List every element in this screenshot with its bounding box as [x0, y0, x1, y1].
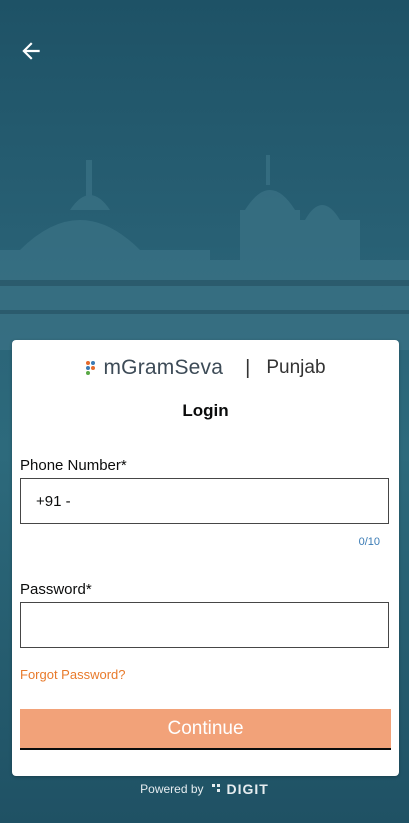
back-arrow-icon[interactable] [18, 38, 44, 64]
powered-by-label: Powered by [140, 782, 204, 796]
phone-char-counter: 0/10 [358, 536, 380, 548]
digit-dots-icon [211, 784, 220, 792]
digit-wordmark: DIGIT [226, 781, 269, 797]
phone-field[interactable]: +91 - [20, 478, 389, 525]
brand-header: mGramSeva | Punjab [12, 354, 399, 382]
brand-separator: | [245, 356, 251, 379]
app-name: mGramSeva [103, 356, 224, 379]
page-title: Login [182, 401, 229, 420]
password-field[interactable] [20, 602, 389, 649]
password-input[interactable] [33, 603, 382, 649]
state-name: Punjab [266, 357, 326, 378]
phone-input[interactable] [79, 479, 382, 525]
phone-prefix: +91 - [36, 493, 71, 510]
password-label: Password* [20, 581, 92, 598]
mgramseva-logo: mGramSeva [85, 356, 223, 380]
digit-logo: DIGIT [211, 781, 269, 797]
phone-label: Phone Number* [20, 457, 127, 474]
logo-dots-icon [86, 361, 96, 375]
golden-temple-illustration [0, 155, 409, 350]
login-card: mGramSeva | Punjab Login Phone Number* +… [12, 340, 399, 776]
continue-button[interactable]: Continue [20, 709, 391, 750]
forgot-password-link[interactable]: Forgot Password? [20, 667, 126, 682]
footer: Powered by DIGIT [0, 781, 409, 797]
